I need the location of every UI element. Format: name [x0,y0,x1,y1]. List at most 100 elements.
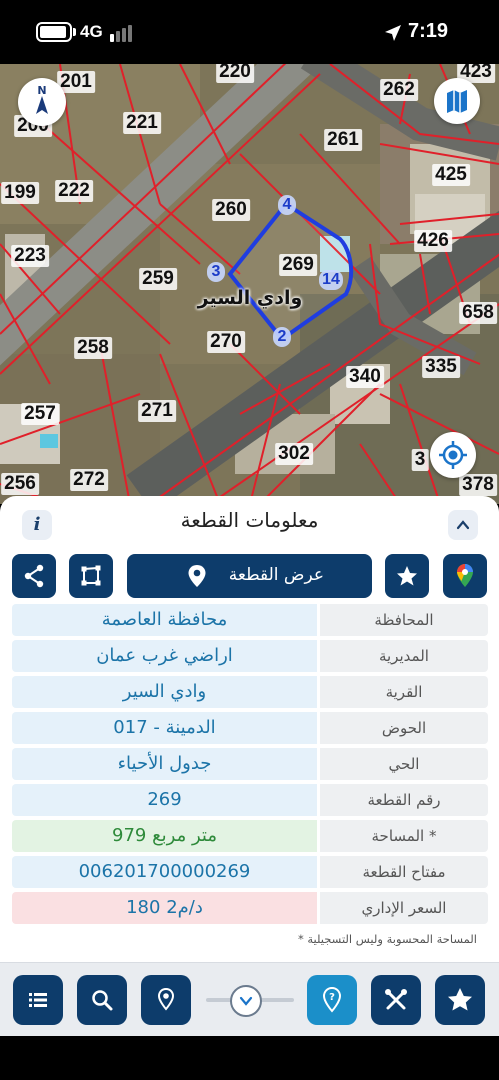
detail-row: جدول الأحياء الحي [12,748,488,780]
status-bar: 4G 7:19 [0,0,499,64]
favorite-button[interactable] [385,554,429,598]
detail-value: 006201700000269 [12,856,317,888]
status-time: 7:19 [408,20,449,42]
battery-icon [36,22,72,42]
svg-text:?: ? [329,992,335,1003]
detail-row: 006201700000269 مفتاح القطعة [12,856,488,888]
compass-button[interactable]: N [18,78,66,126]
view-plot-button[interactable]: عرض القطعة [127,554,372,598]
chevron-down-icon [239,996,253,1006]
locate-me-icon [439,441,467,469]
plot-info-sheet: i معلومات القطعة عرض القطعة محافظة العاص… [0,496,499,966]
plot-number[interactable]: 426 [414,230,452,252]
plot-number[interactable]: 272 [70,469,108,491]
map-view[interactable]: 201 220 423 262 200 221 261 425 199 222 … [0,64,499,504]
detail-label: المساحة * [320,820,488,852]
share-button[interactable] [12,554,56,598]
plot-number[interactable]: 257 [21,403,59,425]
polygon-icon [81,565,101,586]
plot-number[interactable]: 199 [1,182,39,204]
action-bar: عرض القطعة [0,554,499,600]
network-type: 4G [80,22,103,41]
detail-value: اراضي غرب عمان [12,640,317,672]
plot-number[interactable]: 220 [216,64,254,83]
plot-number[interactable]: 259 [139,268,177,290]
search-icon [92,990,113,1011]
chevron-up-icon [456,520,470,530]
list-button[interactable] [13,975,63,1025]
plot-number[interactable]: 260 [212,199,250,221]
detail-label: الحوض [320,712,488,744]
detail-row: 180 د/م2 السعر الإداري [12,892,488,924]
location-search-button[interactable] [141,975,191,1025]
plot-number[interactable]: 221 [123,112,161,134]
plot-number[interactable]: 222 [55,180,93,202]
map-pin-outline-icon [157,987,175,1011]
plot-number[interactable]: 269 [279,254,317,276]
detail-row: 269 رقم القطعة [12,784,488,816]
bottom-toolbar: ? [0,962,499,1036]
detail-row: 979 متر مربع المساحة * [12,820,488,852]
home-indicator-area [0,1036,499,1080]
list-icon [29,993,47,1007]
plot-number[interactable]: 270 [207,331,245,353]
plot-number[interactable]: 256 [1,473,39,495]
plot-details: محافظة العاصمة المحافظة اراضي غرب عمان الم… [12,604,488,928]
detail-label: القرية [320,676,488,708]
detail-value: 269 [12,784,317,816]
detail-value: 180 د/م2 [12,892,317,924]
collapse-button[interactable] [448,510,478,540]
area-footnote: * المساحة المحسوبة وليس التسجيلية [297,932,477,946]
plot-number[interactable]: 271 [138,400,176,422]
plot-number[interactable]: 425 [432,164,470,186]
plot-number[interactable]: 335 [422,356,460,378]
pin-info-button[interactable]: ? [307,975,357,1025]
plot-number[interactable]: 302 [275,443,313,465]
map-pin-icon [188,565,206,587]
my-location-button[interactable] [430,432,476,478]
battery-tip [73,28,76,36]
signal-icon [110,24,132,42]
google-maps-icon [457,564,473,587]
detail-row: محافظة العاصمة المحافظة [12,604,488,636]
parcel-vertex-label: 4 [278,195,296,215]
detail-label: رقم القطعة [320,784,488,816]
parcel-map [0,64,499,504]
parcel-vertex-label: 3 [207,262,225,282]
favorites-button[interactable] [435,975,485,1025]
plot-number[interactable]: 262 [380,79,418,101]
plot-number[interactable]: 3 [411,449,429,471]
view-plot-label: عرض القطعة [228,565,324,585]
star-icon [448,988,472,1011]
sheet-title: معلومات القطعة [180,508,319,532]
search-button[interactable] [77,975,127,1025]
tools-icon [385,989,407,1010]
north-arrow-icon [36,96,48,114]
detail-label: المديرية [320,640,488,672]
plot-number[interactable]: 658 [459,302,497,324]
star-icon [397,566,417,586]
plot-number[interactable]: 340 [346,366,384,388]
detail-value: جدول الأحياء [12,748,317,780]
plot-number[interactable]: 223 [11,245,49,267]
map-layers-icon [447,90,467,113]
boundary-button[interactable] [69,554,113,598]
parcel-vertex-label: 14 [319,270,343,290]
detail-row: اراضي غرب عمان المديرية [12,640,488,672]
plot-number[interactable]: 261 [324,129,362,151]
detail-label: مفتاح القطعة [320,856,488,888]
plot-number[interactable]: 258 [74,337,112,359]
google-maps-button[interactable] [443,554,487,598]
detail-row: الدمينة - 017 الحوض [12,712,488,744]
share-icon [24,564,44,588]
pin-question-icon: ? [322,986,342,1013]
detail-value: وادي السير [12,676,317,708]
tools-button[interactable] [371,975,421,1025]
detail-label: المحافظة [320,604,488,636]
parcel-vertex-label: 2 [273,327,291,347]
toolbar-toggle[interactable] [230,985,262,1017]
area-name-label: وادي السير [197,287,303,309]
location-arrow-icon [385,25,401,41]
map-layers-button[interactable] [434,78,480,124]
detail-label: الحي [320,748,488,780]
